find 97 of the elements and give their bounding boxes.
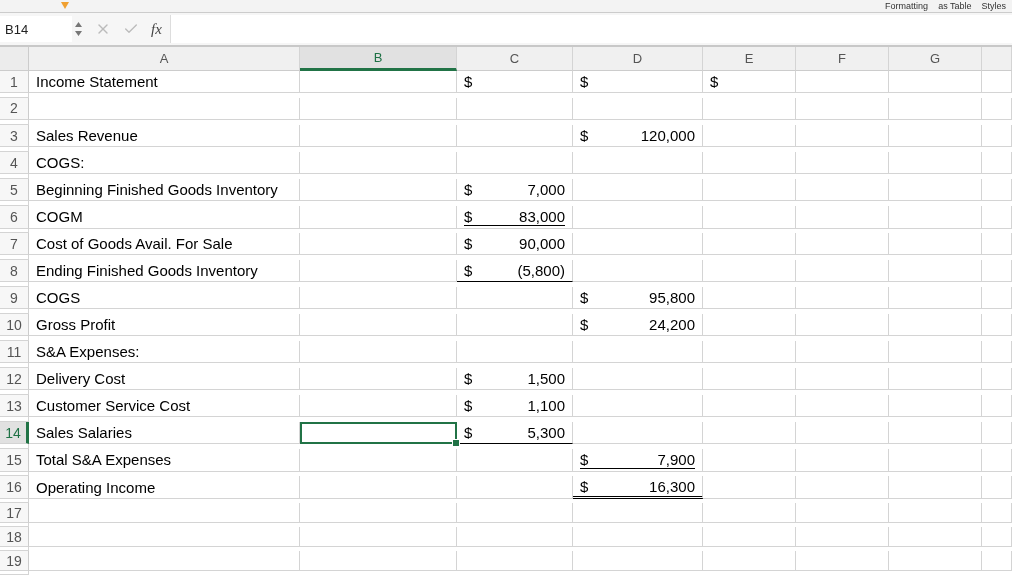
paint-icon[interactable]	[60, 2, 70, 11]
row-header[interactable]: 2	[0, 98, 29, 120]
name-box[interactable]: B14	[0, 16, 72, 43]
currency-symbol: $	[464, 370, 473, 387]
amount-text: 1,100	[527, 397, 565, 414]
row-header[interactable]: 13	[0, 395, 29, 417]
label-text: COGM	[36, 208, 83, 226]
currency-symbol: $	[464, 397, 473, 414]
table-cell	[982, 476, 1012, 499]
row-header[interactable]: 1	[0, 71, 29, 93]
table-cell	[982, 395, 1012, 417]
currency-symbol: $	[464, 73, 473, 90]
row-header[interactable]: 4	[0, 152, 29, 174]
table-cell	[982, 341, 1012, 363]
label-text: S&A Expenses:	[36, 343, 140, 360]
column-header[interactable]: B	[300, 47, 457, 71]
currency-symbol: $	[464, 262, 473, 279]
label-text: Delivery Cost	[36, 370, 126, 387]
table-cell	[982, 71, 1012, 93]
table-cell	[982, 551, 1012, 571]
row-header[interactable]: 12	[0, 368, 29, 390]
select-all-corner[interactable]	[0, 47, 29, 71]
spinner-icon[interactable]	[74, 20, 83, 39]
table-cell	[982, 206, 1012, 229]
column-header[interactable]: D	[573, 47, 703, 71]
row-header[interactable]: 18	[0, 527, 29, 547]
row-header[interactable]: 14	[0, 422, 29, 444]
ribbon-label[interactable]: Formatting	[885, 1, 929, 12]
amount-text: 7,000	[527, 181, 565, 198]
row-header[interactable]: 15	[0, 449, 29, 472]
column-header[interactable]: F	[796, 47, 889, 71]
table-cell	[982, 98, 1012, 120]
currency-symbol: $	[580, 289, 589, 306]
column-header[interactable]: C	[457, 47, 573, 71]
label-text: Operating Income	[36, 478, 156, 496]
row-header[interactable]: 19	[0, 551, 29, 571]
label-text: COGS	[36, 289, 81, 306]
row-header[interactable]: 9	[0, 287, 29, 309]
row-header[interactable]: 10	[0, 314, 29, 336]
table-cell	[982, 314, 1012, 336]
table-cell	[982, 125, 1012, 147]
table-cell	[982, 422, 1012, 444]
currency-symbol: $	[580, 450, 589, 468]
table-cell	[982, 503, 1012, 523]
currency-symbol: $	[464, 207, 473, 225]
currency-symbol: $	[464, 235, 473, 252]
amount-text: 90,000	[519, 235, 565, 252]
selected-cell[interactable]	[300, 422, 457, 444]
table-cell	[982, 260, 1012, 282]
currency-symbol: $	[580, 73, 589, 90]
amount-text: 24,200	[649, 316, 695, 333]
label-text: Total S&A Expenses	[36, 451, 172, 469]
amount-text: 95,800	[649, 289, 695, 306]
table-cell	[982, 368, 1012, 390]
amount-text: 1,500	[527, 370, 565, 387]
row-header[interactable]: 6	[0, 206, 29, 229]
amount-text: 83,000	[519, 207, 565, 225]
ribbon-label[interactable]: Styles	[981, 1, 1006, 12]
column-header[interactable]: E	[703, 47, 796, 71]
label-text: Beginning Finished Goods Inventory	[36, 181, 278, 198]
currency-symbol: $	[580, 127, 589, 144]
table-cell	[982, 233, 1012, 255]
table-cell	[982, 287, 1012, 309]
currency-symbol: $	[710, 73, 719, 90]
amount-text: (5,800)	[517, 262, 565, 279]
table-cell	[982, 152, 1012, 174]
currency-symbol: $	[464, 424, 473, 441]
row-header[interactable]: 5	[0, 179, 29, 201]
amount-text: 16,300	[649, 477, 695, 495]
currency-symbol: $	[464, 181, 473, 198]
table-cell	[982, 449, 1012, 472]
row-header[interactable]: 11	[0, 341, 29, 363]
label-text: Income Statement	[36, 73, 158, 90]
ribbon-label[interactable]: as Table	[938, 1, 972, 12]
table-cell	[982, 179, 1012, 201]
label-text: Ending Finished Goods Inventory	[36, 262, 258, 279]
currency-symbol: $	[580, 316, 589, 333]
row-header[interactable]: 17	[0, 503, 29, 523]
row-header[interactable]: 3	[0, 125, 29, 147]
table-cell	[982, 527, 1012, 547]
amount-text: 5,300	[527, 424, 565, 441]
column-header[interactable]: A	[29, 47, 300, 71]
label-text: Gross Profit	[36, 316, 116, 333]
amount-text: 7,900	[657, 450, 695, 468]
label-text: Customer Service Cost	[36, 397, 191, 414]
currency-symbol: $	[580, 477, 589, 495]
row-header[interactable]: 8	[0, 260, 29, 282]
label-text: COGS:	[36, 154, 85, 171]
row-header[interactable]: 7	[0, 233, 29, 255]
label-text: Cost of Goods Avail. For Sale	[36, 235, 233, 252]
function-button[interactable]: fx	[151, 20, 162, 38]
row-header[interactable]: 16	[0, 476, 29, 499]
column-header[interactable]: G	[889, 47, 982, 71]
amount-text: 120,000	[640, 127, 695, 144]
fill-handle[interactable]	[452, 439, 460, 447]
label-text: Sales Revenue	[36, 127, 138, 144]
label-text: Sales Salaries	[36, 424, 132, 441]
